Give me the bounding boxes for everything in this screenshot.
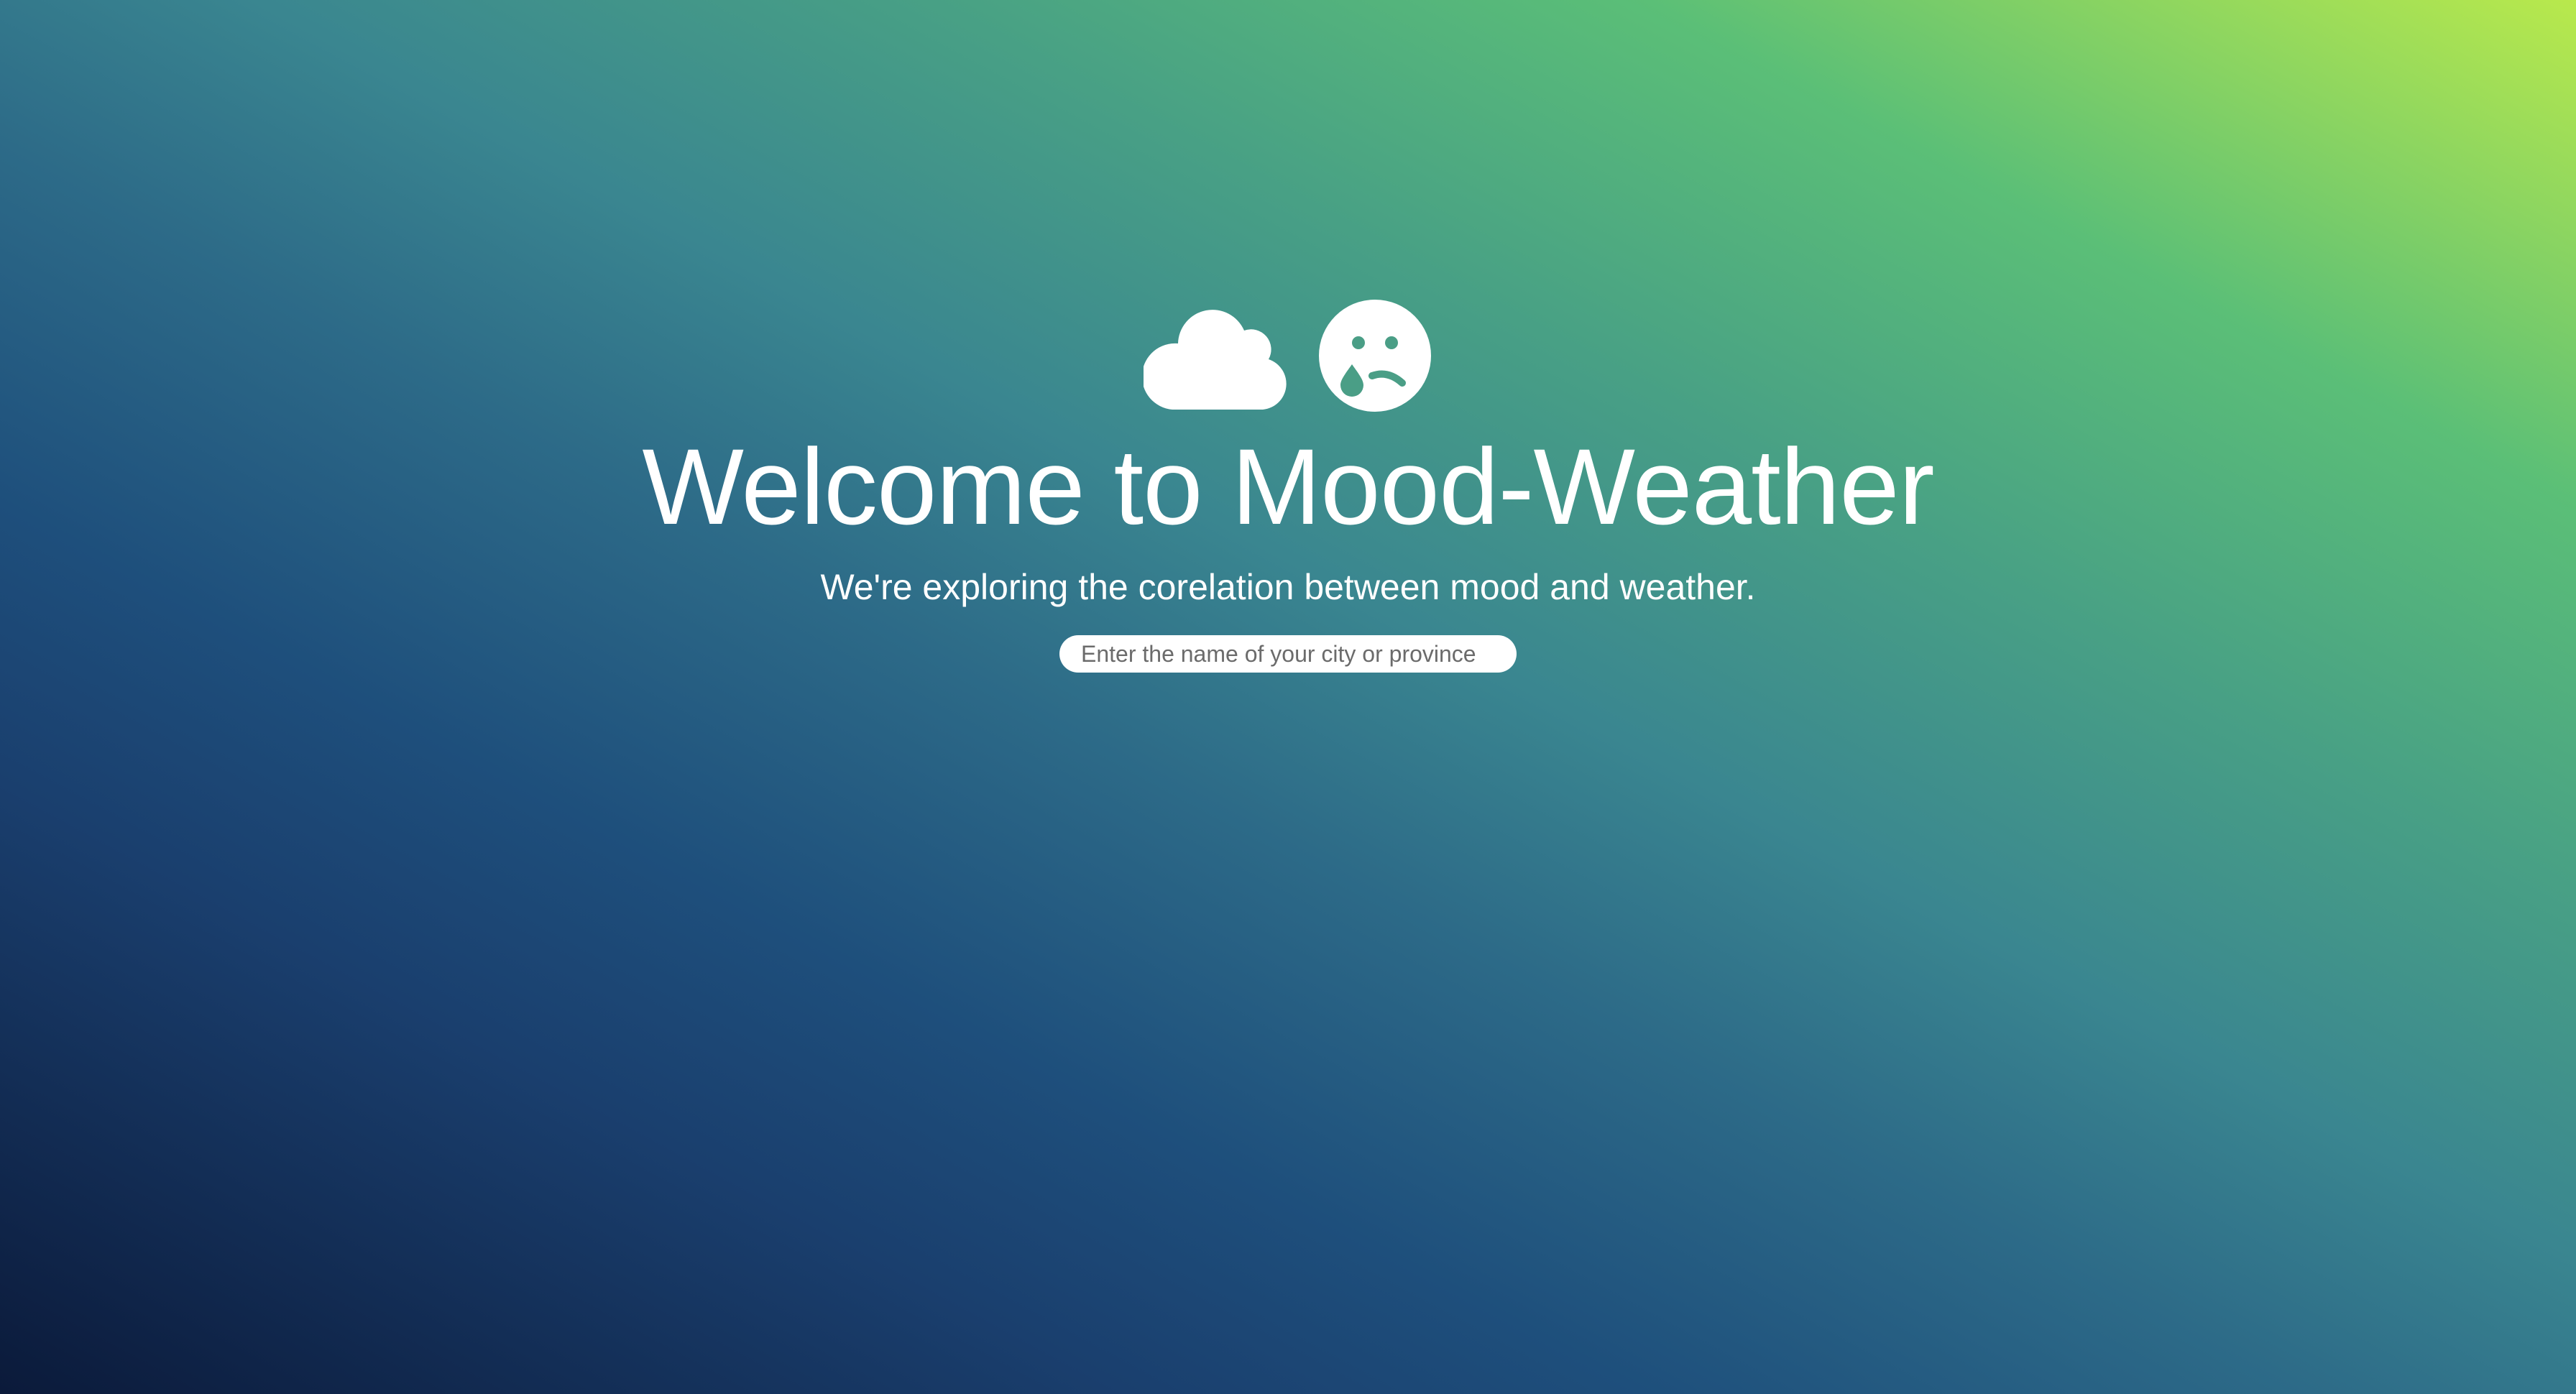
- hero-icons: [1144, 295, 1432, 417]
- page-title: Welcome to Mood-Weather: [642, 426, 1934, 547]
- city-search-input[interactable]: [1059, 635, 1517, 673]
- cloud-icon: [1144, 302, 1292, 410]
- page-subtitle: We're exploring the corelation between m…: [820, 567, 1756, 607]
- crying-face-icon: [1317, 298, 1432, 413]
- hero-section: Welcome to Mood-Weather We're exploring …: [0, 295, 2576, 673]
